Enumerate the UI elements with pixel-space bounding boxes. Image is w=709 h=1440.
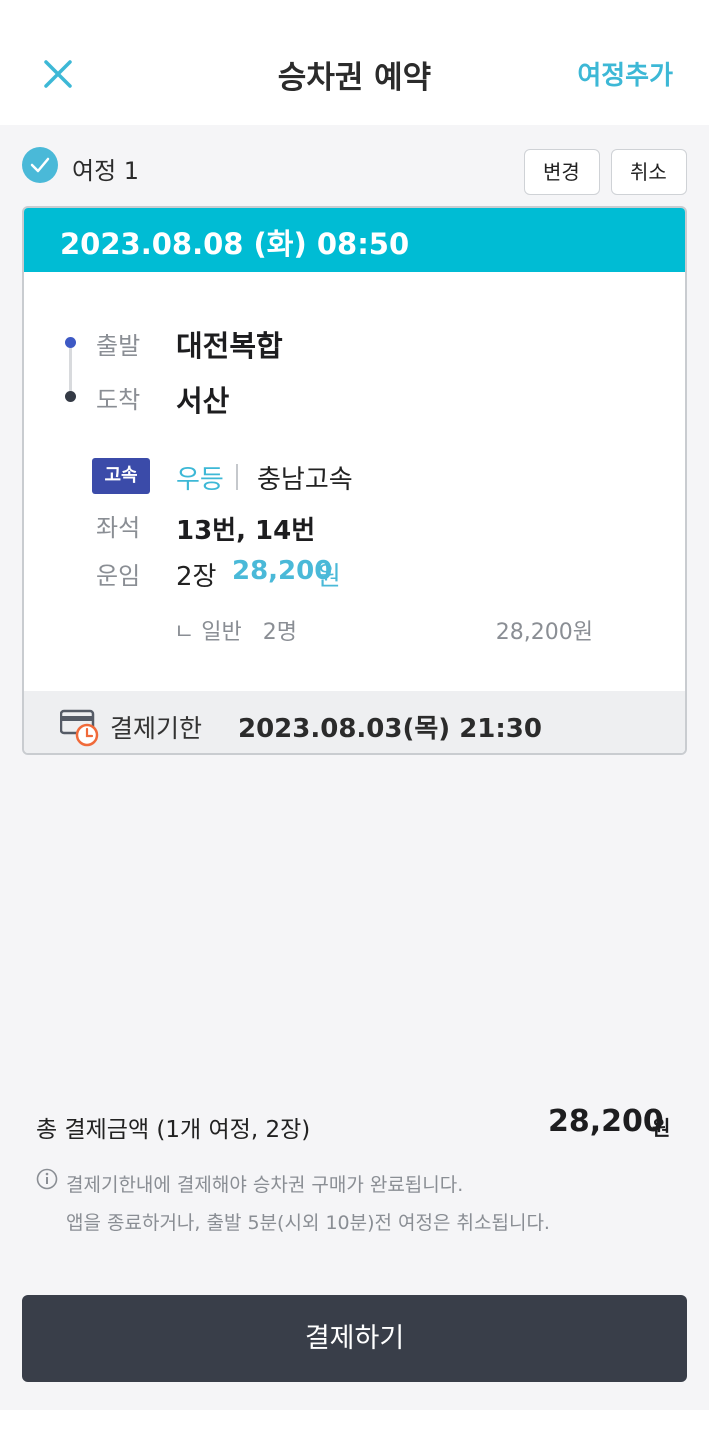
header: 승차권 예약 여정추가	[0, 0, 709, 125]
notice-line-1: 결제기한내에 결제해야 승차권 구매가 완료됩니다.	[66, 1174, 464, 1196]
ticket-count: 2장	[176, 562, 217, 592]
close-icon[interactable]	[38, 53, 78, 93]
departure-label: 출발	[96, 332, 141, 360]
trip-datetime: 2023.08.08 (화) 08:50	[60, 227, 410, 261]
deadline-value: 2023.08.03(목) 21:30	[238, 714, 542, 744]
trip-date-bar: 2023.08.08 (화) 08:50	[24, 208, 685, 272]
trip-header: 여정 1 변경 취소	[22, 145, 687, 195]
change-button[interactable]: 변경	[524, 149, 600, 195]
info-icon	[36, 1168, 58, 1190]
payment-deadline-bar: 결제기한 2023.08.03(목) 21:30	[24, 691, 685, 753]
cancel-button[interactable]: 취소	[611, 149, 687, 195]
fare-label: 운임	[96, 562, 141, 590]
route-line	[69, 345, 72, 397]
card-clock-icon	[59, 708, 102, 748]
fare-detail-amount: 28,200원	[495, 620, 593, 645]
divider	[236, 464, 238, 490]
trip-card: 2023.08.08 (화) 08:50 출발 대전복합 도착 서산 고속 우등…	[22, 206, 687, 755]
seat-numbers: 13번, 14번	[176, 516, 316, 546]
arrival-terminal: 서산	[176, 384, 230, 418]
total-amount: 28,200	[548, 1104, 664, 1139]
total-unit: 원	[652, 1116, 671, 1140]
bus-company: 충남고속	[257, 465, 353, 495]
fare-detail: ㄴ 일반 2명	[174, 620, 297, 645]
payment-notice: 결제기한내에 결제해야 승차권 구매가 완료됩니다. 앱을 종료하거나, 출발 …	[66, 1166, 550, 1242]
departure-dot	[65, 337, 76, 348]
bus-type-badge: 고속	[92, 458, 150, 494]
fare-unit: 원	[317, 562, 341, 592]
total-label: 총 결제금액 (1개 여정, 2장)	[36, 1117, 311, 1143]
bus-grade: 우등	[176, 465, 224, 495]
arrival-label: 도착	[96, 386, 141, 414]
trip-title: 여정 1	[72, 157, 140, 185]
pay-button[interactable]: 결제하기	[22, 1295, 687, 1382]
deadline-label: 결제기한	[110, 714, 203, 743]
add-trip-button[interactable]: 여정추가	[577, 55, 673, 92]
seat-label: 좌석	[96, 514, 141, 542]
check-icon	[22, 147, 58, 183]
departure-terminal: 대전복합	[176, 329, 283, 363]
arrival-dot	[65, 391, 76, 402]
notice-line-2: 앱을 종료하거나, 출발 5분(시외 10분)전 여정은 취소됩니다.	[66, 1212, 550, 1234]
bottom-strip	[0, 1410, 709, 1440]
